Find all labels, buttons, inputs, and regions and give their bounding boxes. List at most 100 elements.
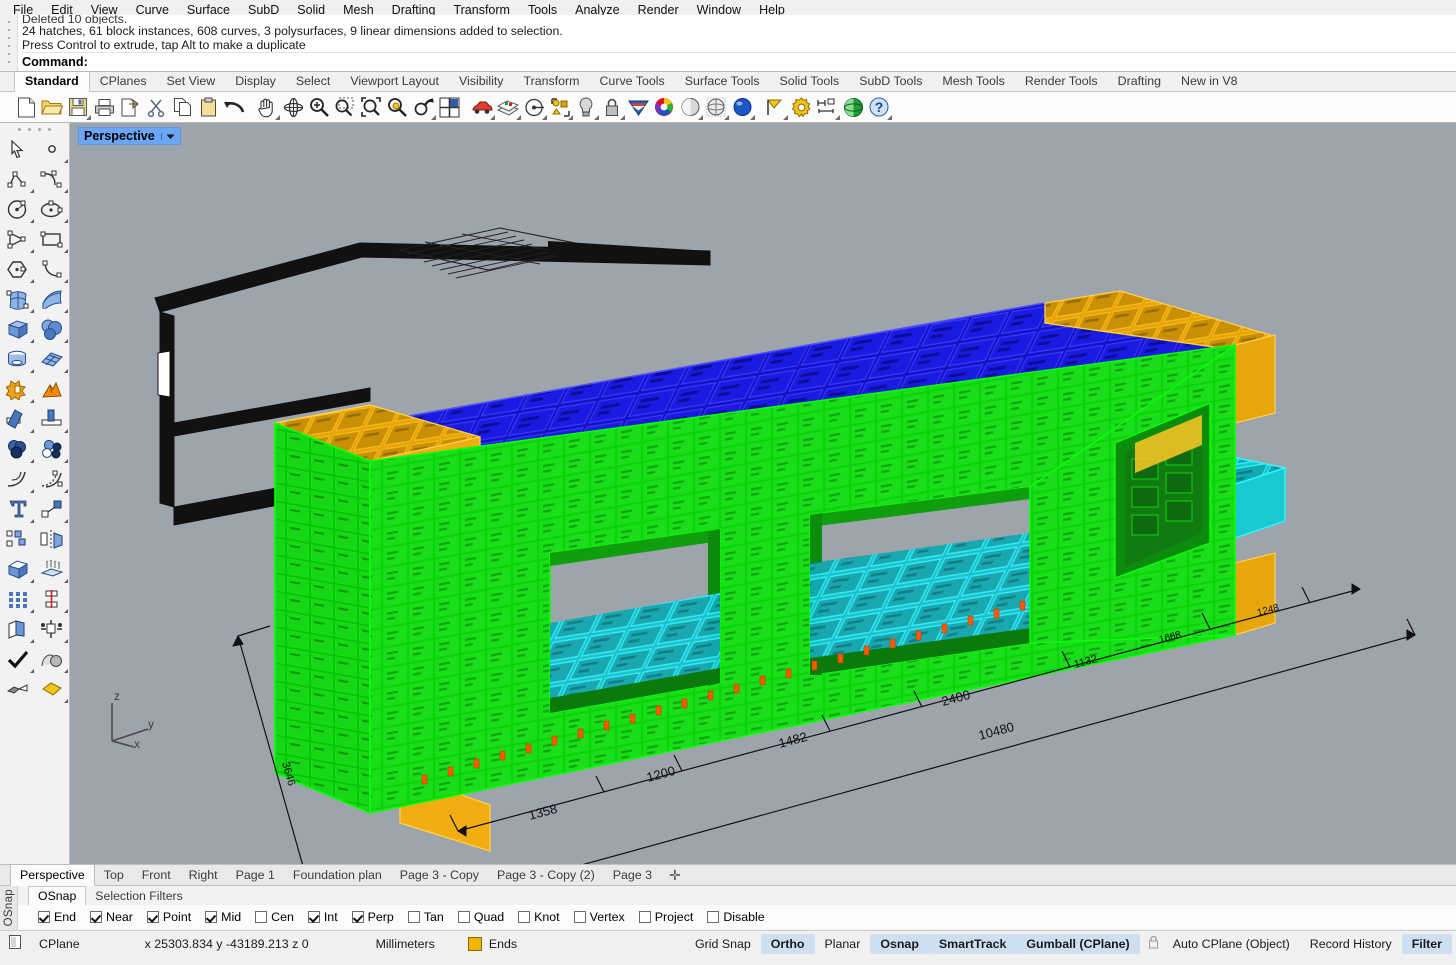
toggle-grid-snap[interactable]: Grid Snap	[685, 934, 761, 954]
surface-patch-icon[interactable]	[35, 344, 69, 374]
toggle-gumball[interactable]: Gumball (CPlane)	[1016, 933, 1140, 954]
cut-scissors-icon[interactable]	[143, 94, 169, 120]
toggle-planar[interactable]: Planar	[815, 934, 871, 954]
surface-extrude-icon[interactable]	[35, 284, 69, 314]
boolean-difference-icon[interactable]	[35, 434, 69, 464]
checkbox-project[interactable]	[638, 911, 651, 923]
osnap-tab-osnap[interactable]: OSnap	[28, 886, 87, 906]
command-history-area[interactable]: Deleted 10 objects. 24 hatches, 61 block…	[0, 15, 1456, 72]
check-analyze-icon[interactable]	[1, 644, 35, 674]
polyline-icon[interactable]	[1, 164, 35, 194]
rendered-sphere-icon[interactable]	[729, 94, 755, 120]
osnap-option-cen[interactable]: Cen	[255, 910, 294, 924]
freeform-curve-icon[interactable]	[35, 254, 69, 284]
toolbar-tab-select[interactable]: Select	[286, 71, 340, 91]
perspective-viewport[interactable]: Perspective 1358 1200 1482 2400 1132 166…	[70, 123, 1456, 864]
add-layout-icon[interactable]: ✛	[661, 867, 689, 885]
layer-color-swatch[interactable]	[467, 936, 482, 951]
osnap-option-disable[interactable]: Disable	[707, 910, 765, 924]
viewport-tab-top[interactable]: Top	[95, 865, 133, 885]
osnap-option-int[interactable]: Int	[307, 910, 338, 924]
shield-display-icon[interactable]	[625, 94, 651, 120]
toolbar-tab-cplanes[interactable]: CPlanes	[90, 71, 157, 91]
boolean-union-icon[interactable]	[1, 434, 35, 464]
checkbox-perp[interactable]	[351, 911, 364, 923]
grid-array-icon[interactable]	[1, 584, 35, 614]
color-wheel-icon[interactable]	[651, 94, 677, 120]
new-file-icon[interactable]	[13, 94, 39, 120]
filter-toggle[interactable]: Filter	[1401, 933, 1452, 954]
osnap-option-near[interactable]: Near	[90, 910, 133, 924]
toolbar-tab-set-view[interactable]: Set View	[157, 71, 226, 91]
mesh-object-icon[interactable]	[35, 644, 69, 674]
offset-curve-icon[interactable]	[35, 464, 69, 494]
toolbar-tab-solid-tools[interactable]: Solid Tools	[770, 71, 850, 91]
split-icon[interactable]	[35, 614, 69, 644]
checkbox-quad[interactable]	[457, 911, 470, 923]
command-prompt[interactable]: Command:	[22, 52, 1456, 71]
toolbar-tab-mesh-tools[interactable]: Mesh Tools	[932, 71, 1014, 91]
layer-icon[interactable]	[495, 94, 521, 120]
globe-mesh-icon[interactable]	[840, 94, 866, 120]
arc-icon[interactable]	[1, 224, 35, 254]
record-history-toggle[interactable]: Record History	[1300, 934, 1402, 954]
toggle-ortho[interactable]: Ortho	[760, 933, 815, 954]
osnap-option-project[interactable]: Project	[638, 910, 693, 924]
toolbar-tab-standard[interactable]: Standard	[14, 70, 90, 92]
viewport-tab-perspective[interactable]: Perspective	[10, 864, 95, 886]
osnap-option-knot[interactable]: Knot	[518, 910, 560, 924]
toolbar-tab-surface-tools[interactable]: Surface Tools	[675, 71, 770, 91]
toggle-osnap[interactable]: Osnap	[870, 933, 929, 954]
shaded-sphere-icon[interactable]	[677, 94, 703, 120]
viewport-tab-right[interactable]: Right	[180, 865, 227, 885]
four-viewport-icon[interactable]	[436, 94, 462, 120]
osnap-tab-selection-filters[interactable]: Selection Filters	[86, 887, 191, 905]
checkbox-disable[interactable]	[707, 911, 720, 923]
fillet-curve-icon[interactable]	[1, 464, 35, 494]
viewport-tab-page-3-copy-2[interactable]: Page 3 - Copy (2)	[488, 865, 604, 885]
viewport-tab-page-3[interactable]: Page 3	[604, 865, 661, 885]
checkbox-int[interactable]	[307, 911, 320, 923]
current-layer[interactable]: Ends	[444, 936, 526, 951]
toolbar-tab-render-tools[interactable]: Render Tools	[1015, 71, 1108, 91]
osnap-option-end[interactable]: End	[38, 910, 76, 924]
array-icon[interactable]	[1, 524, 35, 554]
rectangle-icon[interactable]	[35, 224, 69, 254]
box-solid-icon[interactable]	[1, 314, 35, 344]
osnap-option-vertex[interactable]: Vertex	[573, 910, 625, 924]
save-icon[interactable]	[65, 94, 91, 120]
paint-dropper-icon[interactable]	[1, 674, 35, 704]
status-panel-toggle-icon[interactable]	[0, 935, 30, 952]
toolbar-tab-new-in-v8[interactable]: New in V8	[1171, 71, 1247, 91]
join-icon[interactable]	[35, 404, 69, 434]
sidebar-drag-grip[interactable]	[5, 125, 65, 134]
select-arrow-icon[interactable]	[1, 134, 35, 164]
padlock-icon[interactable]	[1140, 935, 1163, 952]
toolbar-tab-drafting[interactable]: Drafting	[1108, 71, 1171, 91]
gear-icon[interactable]	[788, 94, 814, 120]
checkbox-cen[interactable]	[255, 911, 268, 923]
scale-icon[interactable]	[35, 494, 69, 524]
osnap-option-perp[interactable]: Perp	[351, 910, 394, 924]
auto-cplane-toggle[interactable]: Auto CPlane (Object)	[1163, 934, 1300, 954]
hatch-icon[interactable]	[35, 674, 69, 704]
viewport-3d-scene[interactable]: Bedroom	[70, 123, 1456, 864]
cone-flag-icon[interactable]	[762, 94, 788, 120]
text-icon[interactable]	[1, 494, 35, 524]
checkbox-tan[interactable]	[407, 911, 420, 923]
zoom-in-icon[interactable]	[306, 94, 332, 120]
polygon-icon[interactable]	[1, 254, 35, 284]
sphere-boolean-icon[interactable]	[35, 314, 69, 344]
point-icon[interactable]	[35, 134, 69, 164]
print-icon[interactable]	[91, 94, 117, 120]
checkbox-end[interactable]	[38, 911, 50, 923]
zoom-selected-icon[interactable]	[384, 94, 410, 120]
cplane-label[interactable]: CPlane	[30, 937, 89, 951]
boolean-split-icon[interactable]	[35, 374, 69, 404]
osnap-vertical-tab[interactable]: OSnap	[0, 886, 18, 930]
cplane-icon[interactable]	[521, 94, 547, 120]
viewport-title[interactable]: Perspective	[78, 127, 181, 145]
viewport-tab-foundation-plan[interactable]: Foundation plan	[284, 865, 391, 885]
toolbar-tab-display[interactable]: Display	[225, 71, 286, 91]
toolbar-tab-viewport-layout[interactable]: Viewport Layout	[340, 71, 449, 91]
